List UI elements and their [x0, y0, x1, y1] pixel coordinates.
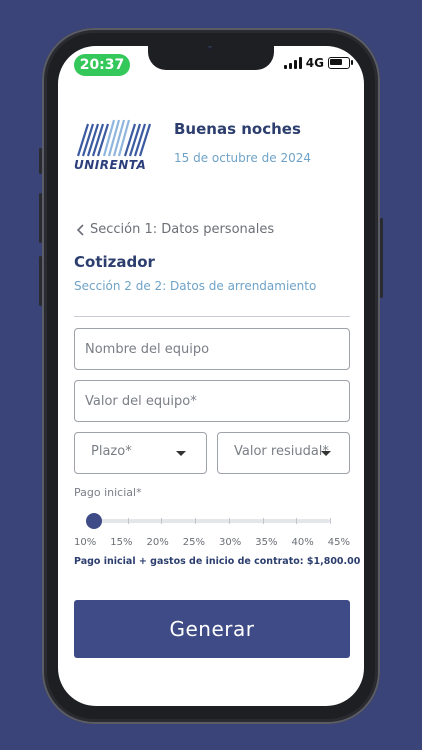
volume-down-button: [39, 256, 42, 306]
slider-tick-label: 20%: [146, 537, 169, 548]
residual-value-select[interactable]: Valor resiudal*: [217, 432, 350, 474]
cellular-signal-icon: [283, 57, 302, 69]
chevron-left-icon: [76, 223, 84, 236]
term-select[interactable]: Plazo*: [74, 432, 207, 474]
slider-tick-marks: [94, 518, 331, 524]
battery-level: [330, 59, 342, 65]
residual-value-select-label: Valor resiudal*: [234, 444, 329, 459]
equipment-value-field[interactable]: [74, 380, 350, 422]
page-title: Cotizador: [74, 253, 155, 271]
slider-tick-mark: [127, 518, 129, 524]
generate-button[interactable]: Generar: [74, 600, 350, 658]
down-payment-summary: Pago inicial + gastos de inicio de contr…: [74, 556, 361, 567]
down-payment-label: Pago inicial*: [74, 486, 142, 499]
logo-wordmark: UNIRENTA: [74, 158, 147, 172]
status-time: 20:37: [74, 54, 130, 76]
section-progress: Sección 2 de 2: Datos de arrendamiento: [74, 279, 317, 293]
slider-tick-labels: 10% 15% 20% 25% 30% 35% 40% 45%: [74, 537, 350, 548]
equipment-name-field[interactable]: [74, 328, 350, 370]
mute-switch: [39, 148, 42, 174]
slider-tick-label: 15%: [110, 537, 133, 548]
battery-icon: [328, 57, 353, 69]
equipment-value-input[interactable]: [75, 381, 349, 421]
power-button: [380, 218, 383, 298]
slider-tick-label: 35%: [255, 537, 278, 548]
down-payment-slider-thumb[interactable]: [86, 513, 102, 529]
back-to-section-1-link[interactable]: Sección 1: Datos personales: [76, 222, 274, 237]
slider-tick-label: 25%: [182, 537, 205, 548]
divider: [74, 316, 350, 317]
status-indicators: 4G: [283, 56, 353, 70]
slider-tick-mark: [262, 518, 264, 524]
greeting: Buenas noches: [174, 120, 301, 138]
slider-tick-mark: [161, 518, 163, 524]
caret-down-icon: [321, 451, 331, 456]
volume-up-button: [39, 193, 42, 243]
slider-tick-label: 30%: [219, 537, 242, 548]
term-select-label: Plazo*: [91, 444, 132, 459]
slider-tick-mark: [195, 518, 197, 524]
slider-tick-mark: [228, 518, 230, 524]
slider-tick-label: 40%: [291, 537, 314, 548]
slider-tick-label: 45%: [327, 537, 350, 548]
current-date: 15 de octubre de 2024: [174, 151, 311, 165]
notch: [148, 46, 274, 70]
slider-tick-mark: [330, 518, 331, 524]
camera-icon: [206, 46, 214, 50]
slider-tick-label: 10%: [74, 537, 97, 548]
back-link-label: Sección 1: Datos personales: [90, 222, 275, 237]
network-type: 4G: [305, 56, 324, 70]
equipment-name-input[interactable]: [75, 329, 349, 369]
app-screen: 20:37 4G UNIRENTA Buenas noches 15 de oc…: [58, 46, 364, 706]
slider-tick-mark: [296, 518, 298, 524]
caret-down-icon: [176, 451, 186, 456]
